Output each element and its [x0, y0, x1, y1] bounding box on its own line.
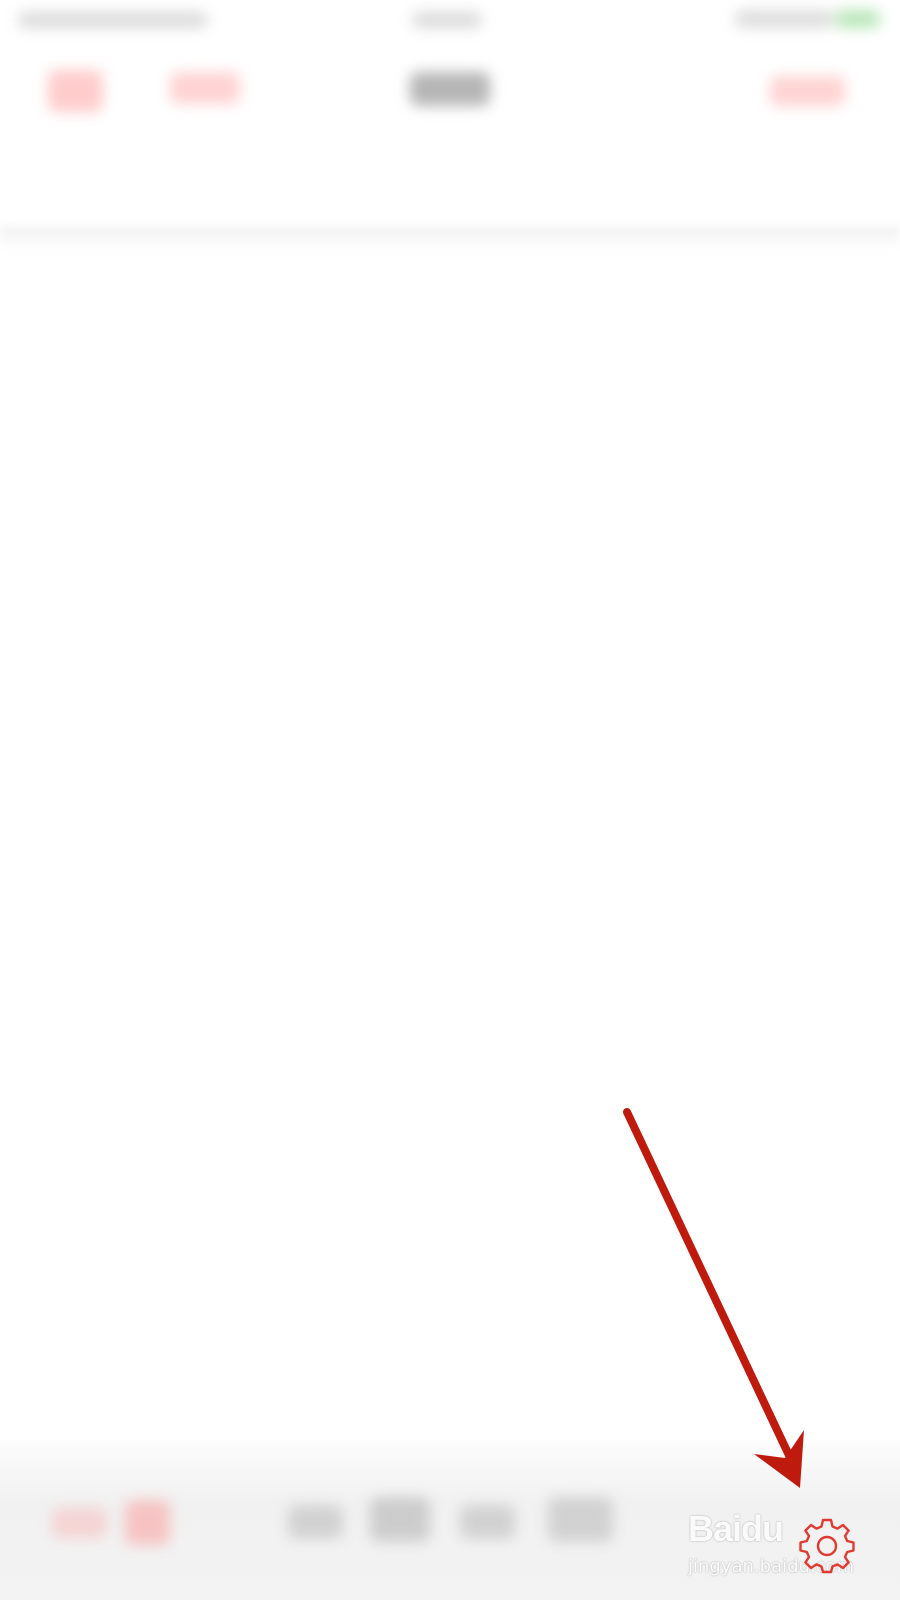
app-screen: Baidu jingyan.baidu.com — [0, 0, 900, 1600]
status-indicators-blurred — [735, 10, 835, 28]
nav-right-button-blurred[interactable] — [770, 76, 845, 106]
toolbar-item-blurred[interactable] — [460, 1505, 515, 1539]
content-area — [0, 250, 900, 1440]
status-time-blurred — [412, 12, 482, 28]
nav-title-blurred — [410, 72, 490, 106]
gear-icon — [799, 1518, 855, 1574]
toolbar-item-blurred[interactable] — [370, 1497, 430, 1542]
nav-left-button-blurred[interactable] — [48, 70, 103, 112]
settings-button[interactable] — [796, 1515, 858, 1577]
nav-left-label-blurred[interactable] — [170, 72, 240, 104]
status-carrier-blurred — [18, 12, 208, 28]
toolbar-item-blurred[interactable] — [125, 1500, 170, 1545]
battery-icon — [835, 10, 880, 28]
toolbar-item-blurred[interactable] — [288, 1505, 343, 1539]
toolbar-item-blurred[interactable] — [548, 1497, 613, 1542]
toolbar-item-blurred[interactable] — [52, 1508, 107, 1538]
status-bar — [0, 0, 900, 44]
header-divider — [0, 226, 900, 250]
